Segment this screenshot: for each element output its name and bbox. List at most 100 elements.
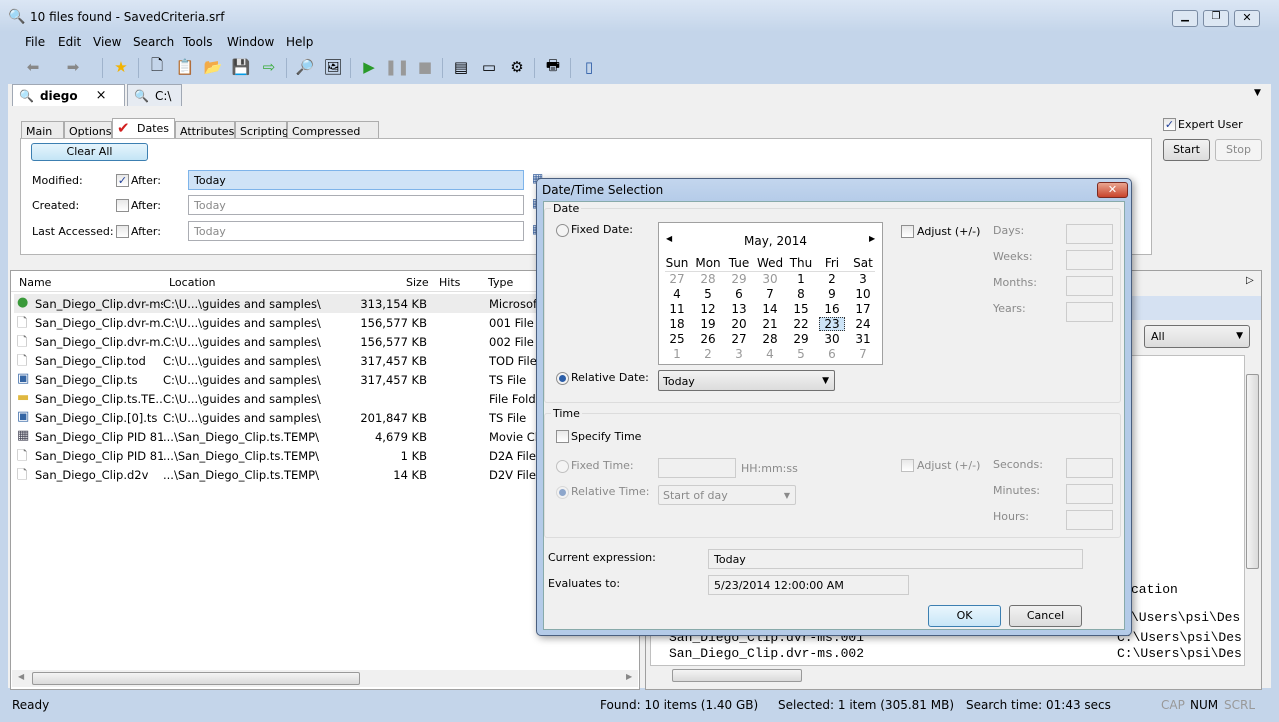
after-checkbox[interactable] — [116, 225, 129, 238]
calendar-day[interactable]: 27 — [664, 272, 690, 286]
menu-file[interactable]: File — [25, 35, 45, 49]
menu-search[interactable]: Search — [133, 35, 174, 49]
subtab-attributes[interactable]: Attributes — [175, 121, 235, 139]
calendar-day[interactable]: 26 — [695, 332, 721, 346]
date-input[interactable]: Today — [188, 195, 524, 215]
calendar-day[interactable]: 27 — [726, 332, 752, 346]
calendar-day[interactable]: 2 — [695, 347, 721, 361]
calendar-day[interactable]: 17 — [850, 302, 876, 316]
tabs-dropdown-icon[interactable]: ▼ — [1254, 88, 1261, 98]
open-icon[interactable]: 📂 — [202, 56, 224, 78]
calendar-day[interactable]: 23 — [819, 317, 845, 331]
calendar-day[interactable]: 5 — [788, 347, 814, 361]
save-icon[interactable]: 💾 — [230, 56, 252, 78]
calendar-day[interactable]: 29 — [726, 272, 752, 286]
calendar-day[interactable]: 7 — [850, 347, 876, 361]
maximize-button[interactable]: ❐ — [1203, 10, 1229, 27]
calendar-day[interactable]: 14 — [757, 302, 783, 316]
after-checkbox[interactable]: ✓ — [116, 174, 129, 187]
calendar-day[interactable]: 16 — [819, 302, 845, 316]
calendar-day[interactable]: 24 — [850, 317, 876, 331]
close-tab-icon[interactable]: × — [96, 88, 107, 103]
back-icon[interactable]: ⬅ — [22, 56, 44, 78]
calendar-day[interactable]: 30 — [757, 272, 783, 286]
calendar-day[interactable]: 18 — [664, 317, 690, 331]
search-doc-icon[interactable]: 🔎 — [294, 56, 316, 78]
tab-diego[interactable]: 🔍 diego × — [12, 84, 125, 106]
favorites-star-icon[interactable]: ★ — [110, 56, 132, 78]
calendar-day[interactable]: 21 — [757, 317, 783, 331]
menu-tools[interactable]: Tools — [183, 35, 213, 49]
file-row[interactable]: ▬ San_Diego_Clip.ts.TE... C:\U...\guides a… — [14, 389, 536, 408]
calendar-day[interactable]: 2 — [819, 272, 845, 286]
start-button[interactable]: Start — [1163, 139, 1210, 161]
scroll-thumb[interactable] — [672, 669, 802, 682]
scroll-thumb[interactable] — [32, 672, 360, 685]
prev-month-icon[interactable]: ◀ — [666, 234, 672, 243]
calendar-month[interactable]: May, 2014 — [744, 234, 807, 248]
calendar-day[interactable]: 7 — [757, 287, 783, 301]
subtab-dates[interactable]: ✔ Dates — [112, 118, 175, 139]
preview-vscrollbar[interactable] — [1245, 356, 1261, 666]
calendar-day[interactable]: 25 — [664, 332, 690, 346]
col-name[interactable]: Name — [19, 276, 51, 289]
calendar-day[interactable]: 20 — [726, 317, 752, 331]
pause-icon[interactable]: ❚❚ — [384, 56, 409, 78]
next-month-icon[interactable]: ▶ — [869, 234, 875, 243]
calendar-day[interactable]: 6 — [726, 287, 752, 301]
expand-arrow-icon[interactable]: ▷ — [1246, 275, 1254, 286]
calendar-day[interactable]: 31 — [850, 332, 876, 346]
calendar-day[interactable]: 9 — [819, 287, 845, 301]
file-row[interactable]: 🗋 San_Diego_Clip.d2v ...\San_Diego_Clip.ts… — [14, 465, 536, 484]
relative-date-radio[interactable] — [556, 372, 569, 385]
calendar-day[interactable]: 1 — [664, 347, 690, 361]
file-row[interactable]: ▣ San_Diego_Clip.ts C:\U...\guides and sam… — [14, 370, 536, 389]
menu-edit[interactable]: Edit — [58, 35, 81, 49]
clear-all-button[interactable]: Clear All — [31, 143, 148, 161]
subtab-scripting[interactable]: Scripting — [235, 121, 289, 139]
date-input[interactable]: Today — [188, 170, 524, 190]
calendar-day[interactable]: 3 — [850, 272, 876, 286]
calendar-day[interactable]: 5 — [695, 287, 721, 301]
calendar-day[interactable]: 3 — [726, 347, 752, 361]
forward-icon[interactable]: ➡ — [62, 56, 84, 78]
calendar-day[interactable]: 19 — [695, 317, 721, 331]
calendar-day[interactable]: 4 — [757, 347, 783, 361]
calendar-day[interactable]: 1 — [788, 272, 814, 286]
calendar-day[interactable]: 22 — [788, 317, 814, 331]
file-row[interactable]: ▦ San_Diego_Clip PID 81... ...\San_Diego_C… — [14, 427, 536, 446]
after-checkbox[interactable] — [116, 199, 129, 212]
specify-time-checkbox[interactable] — [556, 430, 569, 443]
help-book-icon[interactable]: ▯ — [578, 56, 600, 78]
calendar-day[interactable]: 12 — [695, 302, 721, 316]
scroll-thumb[interactable] — [1246, 374, 1259, 569]
tab-c-drive[interactable]: 🔍 C:\ — [127, 84, 182, 106]
calendar-day[interactable]: 15 — [788, 302, 814, 316]
calendar-day[interactable]: 6 — [819, 347, 845, 361]
file-row[interactable]: 🗋 San_Diego_Clip.tod C:\U...\guides and sa… — [14, 351, 536, 370]
subtab-main[interactable]: Main — [21, 121, 64, 139]
layout-icon[interactable]: ▤ — [450, 56, 472, 78]
dialog-close-button[interactable]: ✕ — [1097, 182, 1128, 198]
copy-icon[interactable]: 📋 — [174, 56, 196, 78]
calendar-day[interactable]: 8 — [788, 287, 814, 301]
export-icon[interactable]: ⇨ — [258, 56, 280, 78]
calendar-day[interactable]: 29 — [788, 332, 814, 346]
calendar-day[interactable]: 28 — [757, 332, 783, 346]
col-hits[interactable]: Hits — [439, 276, 460, 289]
calendar-day[interactable]: 10 — [850, 287, 876, 301]
subtab-compressed-files[interactable]: Compressed Files — [287, 121, 379, 151]
results-hscrollbar[interactable]: ◀ ▶ — [12, 670, 638, 687]
minimize-button[interactable]: ▁ — [1172, 10, 1198, 27]
col-type[interactable]: Type — [488, 276, 513, 289]
calendar-day[interactable]: 11 — [664, 302, 690, 316]
menu-window[interactable]: Window — [227, 35, 274, 49]
calendar-day[interactable]: 4 — [664, 287, 690, 301]
file-row[interactable]: 🗋 San_Diego_Clip.dvr-m... C:\U...\guides a… — [14, 332, 536, 351]
file-row[interactable]: ▣ San_Diego_Clip.[0].ts C:\U...\guides and… — [14, 408, 536, 427]
fixed-date-radio[interactable] — [556, 224, 569, 237]
expert-user-checkbox[interactable]: ✓ — [1163, 118, 1176, 131]
preview-hscrollbar[interactable] — [650, 667, 1245, 684]
file-row[interactable]: ● San_Diego_Clip.dvr-ms C:\U...\guides and… — [14, 294, 536, 313]
new-icon[interactable]: 🗋 — [146, 56, 168, 78]
